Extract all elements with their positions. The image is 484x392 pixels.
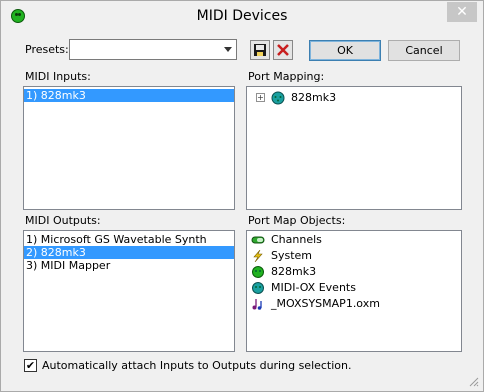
channels-icon (251, 236, 265, 244)
port-mapping-tree[interactable]: + 828mk3 (246, 86, 462, 210)
list-item-label: Channels (271, 233, 322, 246)
list-item-label: _MOXSYSMAP1.oxm (271, 297, 380, 310)
cancel-button[interactable]: Cancel (388, 40, 460, 61)
midi-devices-dialog: MIDI Devices ✕ Presets: OK Cancel MIDI I… (0, 0, 484, 392)
floppy-disk-icon (254, 44, 266, 56)
midi-outputs-list[interactable]: 1) Microsoft GS Wavetable Synth 2) 828mk… (23, 230, 235, 352)
list-item[interactable]: 1) 828mk3 (24, 89, 234, 102)
port-map-objects-list[interactable]: Channels System 828mk3 MIDI-OX Events _M… (246, 230, 462, 352)
lightning-icon (253, 250, 263, 262)
window-title: MIDI Devices (196, 8, 288, 24)
list-item-channels[interactable]: Channels (247, 232, 461, 248)
midi-port-icon (271, 91, 285, 105)
list-item-label: MIDI-OX Events (271, 281, 356, 294)
port-map-objects-label: Port Map Objects: (248, 214, 346, 227)
list-item-moxsysmap[interactable]: _MOXSYSMAP1.oxm (247, 296, 461, 312)
tree-node-828mk3[interactable]: + 828mk3 (251, 90, 451, 105)
close-button[interactable]: ✕ (447, 2, 477, 22)
presets-label: Presets: (25, 43, 69, 56)
list-item[interactable]: 3) MIDI Mapper (24, 259, 234, 272)
ok-button[interactable]: OK (309, 40, 381, 61)
list-item-label: System (271, 249, 313, 262)
music-note-icon (252, 299, 262, 310)
presets-combobox[interactable] (69, 39, 237, 60)
list-item-label: 828mk3 (271, 265, 317, 278)
delete-preset-button[interactable] (273, 40, 293, 60)
red-x-icon (277, 44, 289, 56)
midi-outputs-label: MIDI Outputs: (25, 214, 101, 227)
list-item[interactable]: 1) Microsoft GS Wavetable Synth (24, 233, 234, 246)
list-item-midi-ox-events[interactable]: MIDI-OX Events (247, 280, 461, 296)
auto-attach-label[interactable]: Automatically attach Inputs to Outputs d… (42, 359, 352, 372)
list-item[interactable]: 2) 828mk3 (24, 246, 234, 259)
save-preset-button[interactable] (250, 40, 270, 60)
port-mapping-label: Port Mapping: (248, 70, 325, 83)
list-item-828mk3[interactable]: 828mk3 (247, 264, 461, 280)
list-item-system[interactable]: System (247, 248, 461, 264)
resize-grip-icon[interactable] (467, 375, 479, 387)
events-icon (252, 282, 264, 294)
midi-port-icon (252, 266, 264, 278)
expand-toggle[interactable]: + (256, 93, 265, 102)
midi-inputs-list[interactable]: 1) 828mk3 (23, 86, 235, 210)
title-bar[interactable]: MIDI Devices ✕ (1, 1, 483, 32)
midi-inputs-label: MIDI Inputs: (25, 70, 91, 83)
chevron-down-icon[interactable] (224, 47, 232, 52)
auto-attach-checkbox[interactable]: ✔ (24, 359, 37, 372)
tree-node-label: 828mk3 (291, 91, 337, 104)
